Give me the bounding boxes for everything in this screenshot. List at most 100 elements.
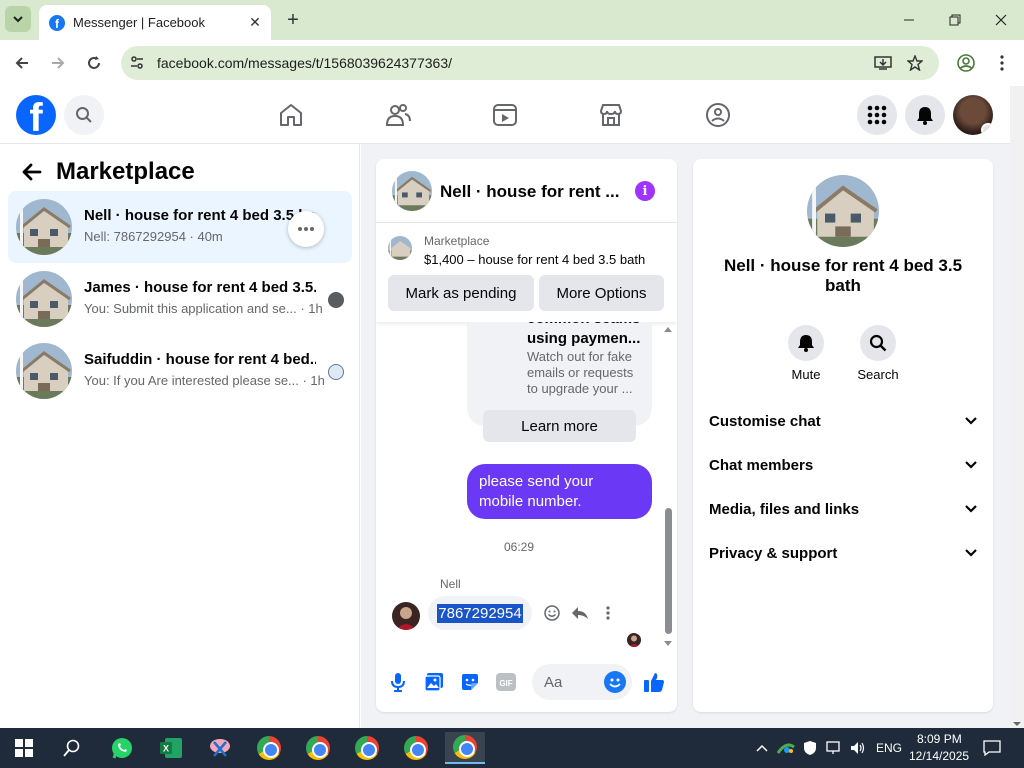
emoji-icon[interactable] — [604, 671, 626, 693]
learn-more-button[interactable]: Learn more — [483, 410, 636, 442]
bookmark-star-icon[interactable] — [905, 53, 925, 73]
section-customise-chat[interactable]: Customise chat — [709, 399, 977, 443]
section-privacy-support[interactable]: Privacy & support — [709, 531, 977, 575]
conversation-item[interactable]: Saifuddin · house for rent 4 bed... You:… — [8, 335, 352, 407]
network-tray[interactable] — [824, 732, 844, 764]
conversation-preview: Nell: 7867292954 · 40m — [84, 229, 223, 244]
snipping-app[interactable] — [200, 732, 240, 764]
selected-text: 7867292954 — [437, 603, 523, 623]
browser-tab-messenger[interactable]: f Messenger | Facebook ✕ — [39, 5, 271, 40]
page-scrollbar[interactable] — [1010, 86, 1024, 728]
chrome-app[interactable] — [249, 732, 289, 764]
account-avatar[interactable] — [953, 95, 993, 135]
message-list: common scams using paymen... Watch out f… — [376, 322, 677, 649]
chrome-icon — [355, 736, 379, 760]
bell-icon — [788, 325, 824, 361]
conversation-name: Saifuddin · house for rent 4 bed... — [84, 351, 316, 368]
menu-button[interactable] — [857, 95, 897, 135]
tab-search-button[interactable] — [5, 6, 31, 32]
chat-scroll-thumb[interactable] — [665, 508, 672, 634]
chat-title[interactable]: Nell · house for rent ... — [440, 182, 619, 202]
volume-tray[interactable] — [848, 732, 868, 764]
listing-description[interactable]: $1,400 – house for rent 4 bed 3.5 bath — [424, 252, 645, 267]
chrome-profile-app[interactable] — [347, 732, 387, 764]
reply-button[interactable] — [570, 603, 590, 623]
profile-button[interactable] — [951, 48, 981, 78]
chrome-profile-app[interactable] — [298, 732, 338, 764]
reload-button[interactable] — [79, 48, 109, 78]
start-button[interactable] — [4, 732, 44, 764]
taskbar-search-button[interactable] — [52, 732, 92, 764]
more-options-button[interactable]: More Options — [539, 275, 664, 311]
outgoing-message[interactable]: please send your mobile number. — [467, 464, 652, 519]
search-action[interactable]: Search — [848, 325, 908, 382]
message-input[interactable]: Aa — [532, 664, 632, 700]
whatsapp-icon — [112, 738, 132, 759]
details-avatar[interactable] — [807, 175, 879, 247]
sender-avatar[interactable] — [392, 602, 420, 630]
chrome-profile-app[interactable] — [396, 732, 436, 764]
new-tab-button[interactable]: + — [282, 9, 304, 31]
security-tray[interactable] — [800, 732, 820, 764]
listing-thumbnail — [16, 271, 72, 327]
clock-date[interactable]: 12/14/2025 — [909, 749, 969, 763]
tray-app[interactable] — [776, 732, 796, 764]
gif-icon[interactable]: GIF — [495, 671, 517, 693]
mute-label: Mute — [791, 367, 821, 382]
chrome-profile-app-active[interactable] — [445, 732, 485, 764]
tab-close-icon[interactable]: ✕ — [245, 13, 265, 33]
whatsapp-app[interactable] — [102, 732, 142, 764]
back-arrow-icon[interactable] — [20, 160, 44, 184]
nav-groups[interactable] — [704, 101, 732, 129]
mic-icon[interactable] — [387, 671, 409, 693]
back-button[interactable] — [7, 48, 37, 78]
minimize-button[interactable] — [886, 0, 932, 40]
notifications-button[interactable] — [905, 95, 945, 135]
site-info-icon[interactable] — [127, 53, 147, 73]
clock-time[interactable]: 8:09 PM — [917, 732, 962, 746]
groups-icon — [706, 103, 730, 127]
address-bar[interactable]: facebook.com/messages/t/1568039624377363… — [121, 46, 939, 80]
forward-button[interactable] — [43, 48, 73, 78]
react-button[interactable] — [542, 603, 562, 623]
browser-menu-button[interactable] — [987, 48, 1017, 78]
facebook-search-button[interactable] — [64, 95, 104, 135]
section-media-files-links[interactable]: Media, files and links — [709, 487, 977, 531]
message-more-button[interactable] — [598, 603, 618, 623]
restore-button[interactable] — [932, 0, 978, 40]
avatar-image — [627, 633, 641, 647]
facebook-logo-icon[interactable]: f — [16, 95, 56, 135]
like-icon[interactable] — [643, 671, 665, 693]
mute-action[interactable]: Mute — [776, 325, 836, 382]
excel-app[interactable]: X — [151, 732, 191, 764]
language-indicator[interactable]: ENG — [876, 741, 902, 755]
windows-taskbar: X ENG 8:09 PM 12/14/2025 — [0, 728, 1024, 768]
show-hidden-icons[interactable] — [752, 732, 772, 764]
conversation-more-button[interactable] — [288, 211, 324, 247]
notifications-center-button[interactable] — [978, 732, 1006, 764]
conversation-item[interactable]: Nell · house for rent 4 bed 3.5 bath Nel… — [8, 191, 352, 263]
conversation-name: James · house for rent 4 bed 3.5... — [84, 279, 316, 296]
magnifier-glyph — [869, 334, 887, 352]
scroll-arrows — [1013, 722, 1021, 726]
conversation-item[interactable]: James · house for rent 4 bed 3.5... You:… — [8, 263, 352, 335]
chrome-icon — [453, 735, 477, 759]
snip-icon — [210, 739, 230, 757]
listing-thumbnail — [16, 343, 72, 399]
photo-icon[interactable] — [423, 671, 445, 693]
chat-avatar[interactable] — [392, 171, 432, 211]
nav-marketplace[interactable] — [597, 101, 625, 129]
install-app-icon[interactable] — [873, 53, 893, 73]
nav-home[interactable] — [277, 101, 305, 129]
section-chat-members[interactable]: Chat members — [709, 443, 977, 487]
nav-friends[interactable] — [384, 101, 412, 129]
arrow-right-icon — [52, 57, 65, 69]
monitor-download-icon — [874, 56, 892, 70]
house-image — [388, 236, 412, 260]
nav-watch[interactable] — [491, 101, 519, 129]
mark-as-pending-button[interactable]: Mark as pending — [388, 275, 534, 311]
close-window-button[interactable] — [978, 0, 1024, 40]
info-icon[interactable]: i — [635, 181, 655, 201]
sticker-icon[interactable] — [459, 671, 481, 693]
incoming-message[interactable]: 7867292954 — [428, 596, 532, 630]
